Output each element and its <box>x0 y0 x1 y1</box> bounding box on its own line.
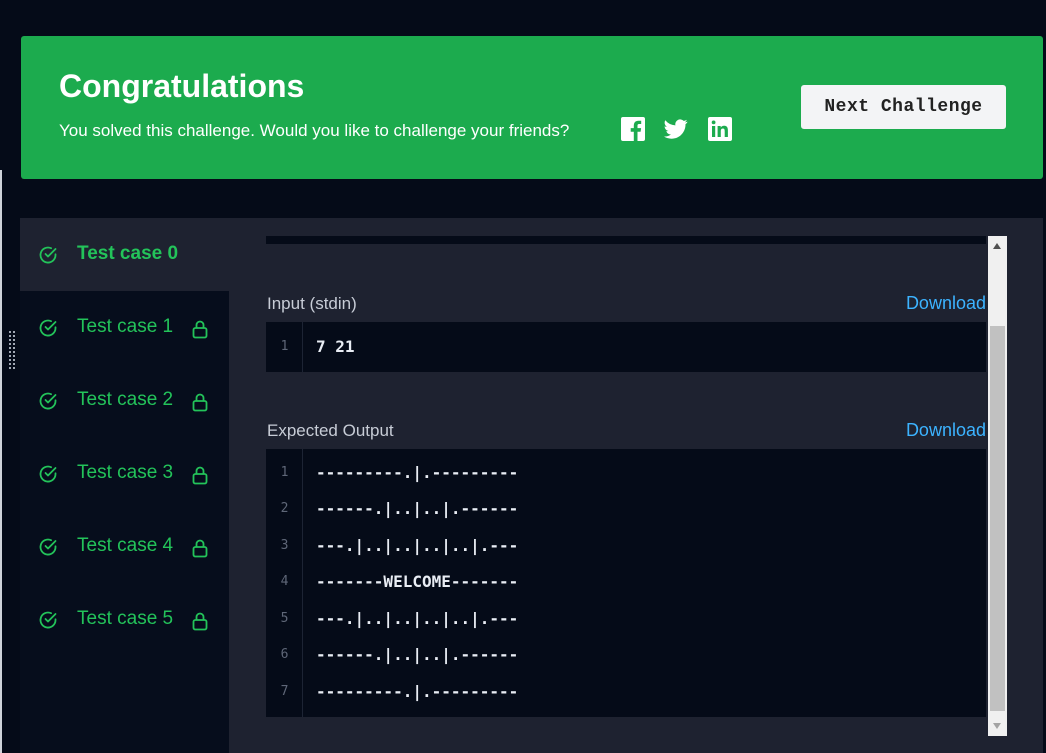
line-text: ---.|..|..|..|..|.--- <box>316 609 519 628</box>
tab-label: Test case 0 <box>77 243 179 264</box>
expected-output-code-block: 1 ---------.|.--------- 2 ------.|..|..|… <box>266 449 986 717</box>
scrollbar-thumb[interactable] <box>990 326 1005 711</box>
code-line: 2 ------.|..|..|.------ <box>266 491 986 527</box>
lock-icon <box>192 539 208 558</box>
code-line: 6 ------.|..|..|.------ <box>266 637 986 673</box>
next-challenge-button[interactable]: Next Challenge <box>801 85 1006 129</box>
lock-icon <box>192 393 208 412</box>
code-line: 1 ---------.|.--------- <box>266 455 986 491</box>
success-banner: Congratulations You solved this challeng… <box>21 36 1043 179</box>
line-number: 4 <box>280 574 289 589</box>
line-number: 1 <box>280 465 289 480</box>
tab-test-case-4[interactable]: Test case 4 <box>20 510 229 583</box>
line-text: ------.|..|..|.------ <box>316 499 519 518</box>
code-line: 4 -------WELCOME------- <box>266 564 986 600</box>
line-text: 7 21 <box>316 337 355 356</box>
tab-test-case-0[interactable]: Test case 0 <box>20 218 229 291</box>
output-download-link[interactable]: Download <box>906 420 986 441</box>
scroll-down-icon[interactable] <box>993 723 1001 729</box>
check-circle-icon <box>39 319 57 337</box>
tab-label: Test case 4 <box>77 535 174 556</box>
code-line: 5 ---.|..|..|..|..|.--- <box>266 601 986 637</box>
line-text: ---------.|.--------- <box>316 463 519 482</box>
content-scrollbar[interactable] <box>988 236 1007 736</box>
line-text: ---.|..|..|..|..|.--- <box>316 536 519 555</box>
tab-test-case-1[interactable]: Test case 1 <box>20 291 229 364</box>
lock-icon <box>192 320 208 339</box>
line-number: 7 <box>280 684 289 699</box>
input-download-link[interactable]: Download <box>906 293 986 314</box>
line-text: ---------.|.--------- <box>316 682 519 701</box>
compiler-message-bar <box>266 236 986 244</box>
line-number: 6 <box>280 647 289 662</box>
input-code-block: 1 7 21 <box>266 322 986 372</box>
banner-message: You solved this challenge. Would you lik… <box>59 121 570 140</box>
line-number: 5 <box>280 611 289 626</box>
code-line: 3 ---.|..|..|..|..|.--- <box>266 528 986 564</box>
test-cases-panel: Test case 0 Test case 1 Test case 2 Test… <box>20 218 1043 753</box>
tab-test-case-5[interactable]: Test case 5 <box>20 583 229 656</box>
check-circle-icon <box>39 611 57 629</box>
check-circle-icon <box>39 465 57 483</box>
code-line: 1 7 21 <box>266 329 986 365</box>
check-circle-icon <box>39 538 57 556</box>
line-number: 3 <box>280 538 289 553</box>
test-case-tabs: Test case 0 Test case 1 Test case 2 Test… <box>20 218 229 753</box>
check-circle-icon <box>39 392 57 410</box>
tab-label: Test case 2 <box>77 389 174 410</box>
linkedin-icon[interactable] <box>708 117 732 141</box>
line-number: 1 <box>280 339 289 354</box>
expected-output-label: Expected Output <box>267 421 394 440</box>
test-case-content: Input (stdin) Download 1 7 21 Expected O… <box>266 236 988 736</box>
window-left-edge <box>0 170 2 753</box>
lock-icon <box>192 612 208 631</box>
tab-label: Test case 3 <box>77 462 174 483</box>
tab-test-case-3[interactable]: Test case 3 <box>20 437 229 510</box>
line-text: ------.|..|..|.------ <box>316 645 519 664</box>
tab-test-case-2[interactable]: Test case 2 <box>20 364 229 437</box>
facebook-icon[interactable] <box>621 117 645 141</box>
line-text: -------WELCOME------- <box>316 572 519 591</box>
input-label: Input (stdin) <box>267 294 357 313</box>
check-circle-icon <box>39 246 57 264</box>
resize-grip-icon[interactable] <box>8 330 16 370</box>
tab-label: Test case 1 <box>77 316 174 337</box>
code-line: 7 ---------.|.--------- <box>266 674 986 710</box>
twitter-icon[interactable] <box>664 117 688 141</box>
line-number: 2 <box>280 501 289 516</box>
scroll-up-icon[interactable] <box>993 243 1001 249</box>
tab-label: Test case 5 <box>77 608 174 629</box>
banner-title: Congratulations <box>59 68 305 104</box>
lock-icon <box>192 466 208 485</box>
